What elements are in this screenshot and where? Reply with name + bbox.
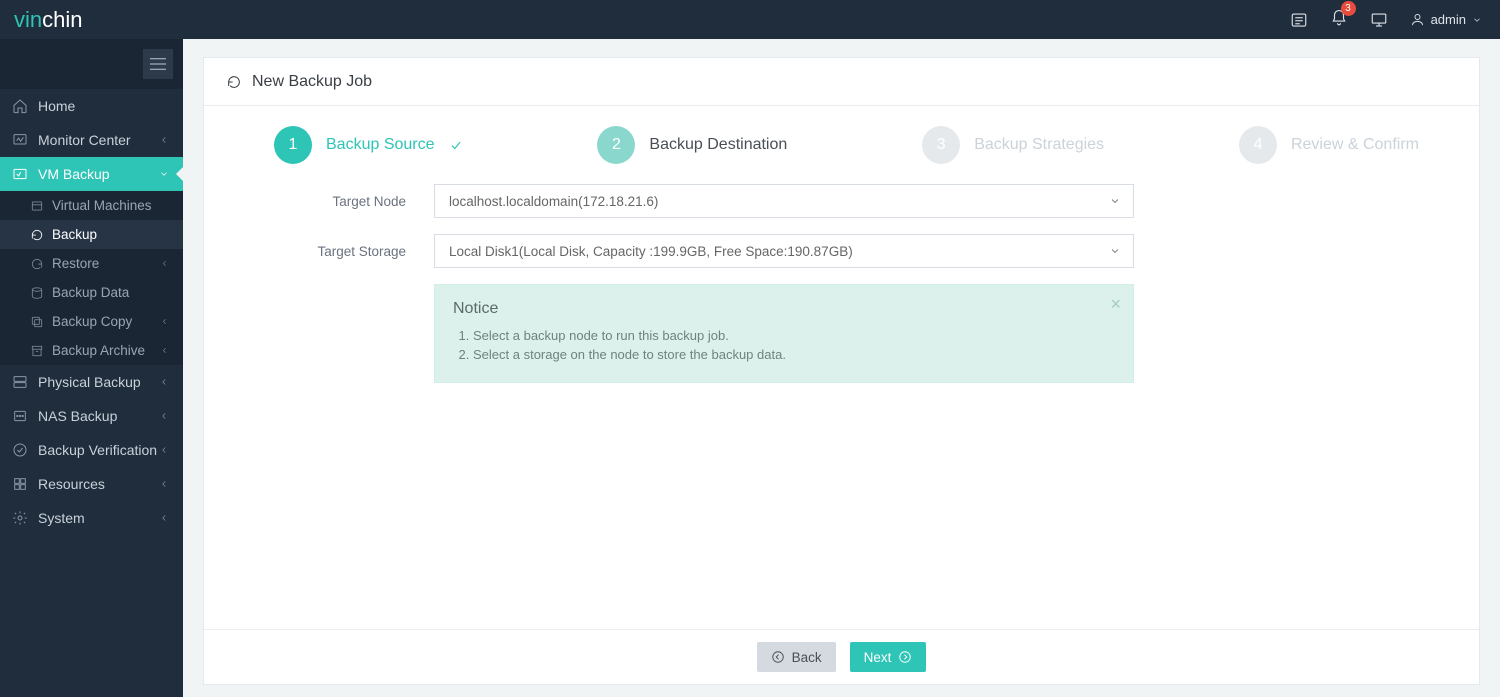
subnav-backup-data[interactable]: Backup Data — [0, 278, 183, 307]
sidebar-item-label: NAS Backup — [38, 408, 117, 424]
chevron-left-icon — [160, 317, 169, 326]
subnav-item-label: Restore — [52, 256, 99, 271]
refresh-icon — [226, 74, 242, 90]
close-icon[interactable]: × — [1110, 295, 1121, 313]
sidebar-item-label: Home — [38, 98, 75, 114]
subnav-backup[interactable]: Backup — [0, 220, 183, 249]
notice-title: Notice — [453, 300, 1115, 318]
chevron-left-icon — [159, 479, 169, 489]
page-title: New Backup Job — [252, 73, 372, 91]
target-storage-value: Local Disk1(Local Disk, Capacity :199.9G… — [449, 244, 853, 259]
notice-box: × Notice Select a backup node to run thi… — [434, 284, 1134, 383]
subnav-backup-copy[interactable]: Backup Copy — [0, 307, 183, 336]
sidebar-item-label: VM Backup — [38, 166, 110, 182]
sidebar-item-system[interactable]: System — [0, 501, 183, 535]
subnav-restore[interactable]: Restore — [0, 249, 183, 278]
sidebar-item-vm-backup[interactable]: VM Backup — [0, 157, 183, 191]
subnav-item-label: Backup Data — [52, 285, 129, 300]
user-icon — [1410, 12, 1425, 27]
next-button[interactable]: Next — [850, 642, 927, 672]
target-storage-select[interactable]: Local Disk1(Local Disk, Capacity :199.9G… — [434, 234, 1134, 268]
monitor-center-icon — [12, 132, 28, 148]
backup-icon — [30, 228, 44, 242]
notice-item: Select a storage on the node to store th… — [473, 347, 1115, 362]
chevron-left-icon — [159, 135, 169, 145]
arrow-right-circle-icon — [898, 650, 912, 664]
step-backup-strategies[interactable]: 3 Backup Strategies — [922, 126, 1104, 164]
target-node-label: Target Node — [274, 194, 434, 209]
vm-list-icon — [30, 199, 44, 213]
verify-icon — [12, 442, 28, 458]
chevron-left-icon — [160, 259, 169, 268]
vm-icon — [12, 166, 28, 182]
user-name: admin — [1431, 12, 1466, 27]
sidebar-item-label: Resources — [38, 476, 105, 492]
sidebar-item-label: Backup Verification — [38, 442, 157, 458]
resources-icon — [12, 476, 28, 492]
subnav-item-label: Backup Archive — [52, 343, 145, 358]
step-backup-destination[interactable]: 2 Backup Destination — [597, 126, 787, 164]
sidebar-item-resources[interactable]: Resources — [0, 467, 183, 501]
subnav-item-label: Backup — [52, 227, 97, 242]
sidebar-toggle[interactable] — [143, 49, 173, 79]
arrow-left-circle-icon — [771, 650, 785, 664]
monitor-icon[interactable] — [1370, 11, 1388, 29]
server-icon — [12, 374, 28, 390]
sidebar: Home Monitor Center VM Backup Virtual Ma… — [0, 39, 183, 697]
chevron-down-icon — [159, 169, 169, 179]
step-backup-source[interactable]: 1 Backup Source — [274, 126, 463, 164]
topbar: vinchin 3 admin — [0, 0, 1500, 39]
sidebar-item-label: System — [38, 510, 85, 526]
brand-logo[interactable]: vinchin — [14, 7, 82, 33]
sidebar-item-label: Monitor Center — [38, 132, 131, 148]
chevron-down-icon — [1472, 15, 1482, 25]
subnav-item-label: Backup Copy — [52, 314, 132, 329]
wizard-steps: 1 Backup Source 2 Backup Destination 3 B… — [204, 106, 1479, 174]
target-storage-label: Target Storage — [274, 244, 434, 259]
subnav-item-label: Virtual Machines — [52, 198, 152, 213]
chevron-left-icon — [159, 445, 169, 455]
home-icon — [12, 98, 28, 114]
target-node-value: localhost.localdomain(172.18.21.6) — [449, 194, 658, 209]
subnav-backup-archive[interactable]: Backup Archive — [0, 336, 183, 365]
check-icon — [449, 138, 463, 152]
main-content: New Backup Job 1 Backup Source 2 Backup … — [183, 39, 1500, 697]
sidebar-item-monitor-center[interactable]: Monitor Center — [0, 123, 183, 157]
archive-icon — [30, 344, 44, 358]
sidebar-item-nas-backup[interactable]: NAS Backup — [0, 399, 183, 433]
list-icon[interactable] — [1290, 11, 1308, 29]
user-menu[interactable]: admin — [1410, 12, 1482, 27]
sidebar-item-physical-backup[interactable]: Physical Backup — [0, 365, 183, 399]
gear-icon — [12, 510, 28, 526]
chevron-down-icon — [1109, 245, 1121, 257]
sidebar-item-home[interactable]: Home — [0, 89, 183, 123]
notice-item: Select a backup node to run this backup … — [473, 328, 1115, 343]
hamburger-icon — [150, 58, 166, 70]
sidebar-item-label: Physical Backup — [38, 374, 141, 390]
chevron-left-icon — [159, 513, 169, 523]
panel-header: New Backup Job — [204, 58, 1479, 106]
restore-icon — [30, 257, 44, 271]
panel-footer: Back Next — [204, 629, 1479, 684]
subnav-virtual-machines[interactable]: Virtual Machines — [0, 191, 183, 220]
nas-icon — [12, 408, 28, 424]
chevron-left-icon — [159, 411, 169, 421]
target-node-select[interactable]: localhost.localdomain(172.18.21.6) — [434, 184, 1134, 218]
chevron-down-icon — [1109, 195, 1121, 207]
copy-icon — [30, 315, 44, 329]
chevron-left-icon — [159, 377, 169, 387]
step-review-confirm[interactable]: 4 Review & Confirm — [1239, 126, 1419, 164]
panel: New Backup Job 1 Backup Source 2 Backup … — [203, 57, 1480, 685]
notification-badge: 3 — [1341, 1, 1356, 16]
sidebar-item-backup-verification[interactable]: Backup Verification — [0, 433, 183, 467]
back-button[interactable]: Back — [757, 642, 836, 672]
database-icon — [30, 286, 44, 300]
chevron-left-icon — [160, 346, 169, 355]
